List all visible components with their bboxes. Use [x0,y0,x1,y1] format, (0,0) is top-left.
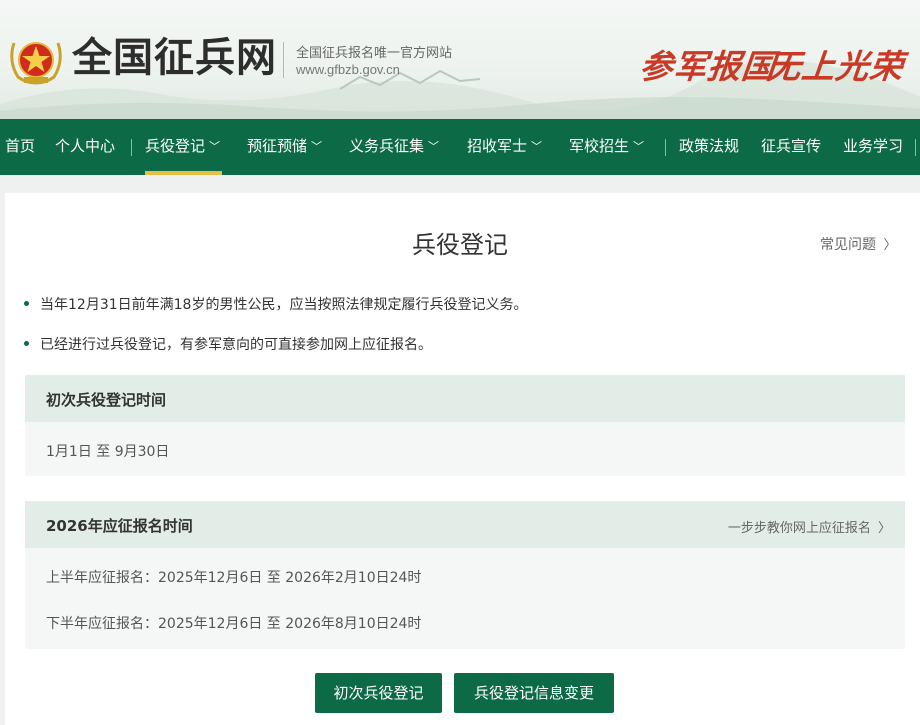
nav-item-personal-center[interactable]: 个人中心 [55,119,115,175]
nav-item-label: 业务学习 [843,137,904,155]
nav-item-label: 首页 [5,137,36,155]
nav-item-label: 义务兵征集 [349,137,425,155]
card-row-second-half: 下半年应征报名：2025年12月6日 至 2026年8月10日24时 [46,616,422,632]
chevron-down-icon: ﹀ [428,140,440,153]
card-title: 2026年应征报名时间 [46,517,193,535]
list-item: 已经进行过兵役登记，有参军意向的可直接参加网上应征报名。 [24,334,432,354]
chevron-right-icon: 〉 [877,521,891,536]
card-title: 初次兵役登记时间 [46,391,167,409]
title-divider [283,42,284,78]
chevron-down-icon: ﹀ [531,140,543,153]
nav-item-publicity[interactable]: 征兵宣传 [761,119,821,175]
guide-link[interactable]: 一步步教你网上应征报名 〉 [728,517,891,536]
nav-item-label: 兵役登记 [145,137,206,155]
nav-item-nco-recruitment[interactable]: 招收军士 ﹀ [467,119,542,175]
registration-change-button[interactable]: 兵役登记信息变更 [454,673,614,713]
nav-item-pre-enlistment[interactable]: 预征预储 ﹀ [247,119,322,175]
bullet-dot [24,340,29,346]
nav-divider [915,139,916,156]
first-registration-card: 初次兵役登记时间 1月1日 至 9月30日 [25,375,905,476]
bullet-dot [24,300,29,306]
nav-item-label: 政策法规 [679,137,740,155]
nav-item-home[interactable]: 首页 [5,119,35,175]
faq-link[interactable]: 常见问题 〉 [820,234,896,254]
site-header: 全国征兵网 全国征兵报名唯一官方网站 www.gfbzb.gov.cn 参军报国… [0,0,920,119]
nav-item-label: 军校招生 [569,137,630,155]
slogan-2: 无上光荣 [765,47,906,86]
nav-item-label: 预征预储 [247,137,308,155]
list-item: 当年12月31日前年满18岁的男性公民，应当按照法律规定履行兵役登记义务。 [24,294,527,314]
nav-divider [665,139,666,156]
nav-item-label: 招收军士 [467,137,528,155]
first-registration-button[interactable]: 初次兵役登记 [315,673,442,713]
nav-item-label: 个人中心 [55,137,116,155]
page-title: 兵役登记 [412,231,508,259]
nav-item-conscription[interactable]: 义务兵征集 ﹀ [349,119,439,175]
nav-item-label: 征兵宣传 [761,137,822,155]
guide-link-label: 一步步教你网上应征报名 [727,521,871,536]
chevron-right-icon: 〉 [883,238,897,253]
faq-link-label: 常见问题 [820,237,876,253]
army-emblem-icon[interactable] [6,33,66,85]
nav-item-military-academy[interactable]: 军校招生 ﹀ [569,119,644,175]
site-title[interactable]: 全国征兵网 [72,32,277,84]
bullet-text: 当年12月31日前年满18岁的男性公民，应当按照法律规定履行兵役登记义务。 [40,297,528,313]
card-header: 初次兵役登记时间 [25,375,905,422]
chevron-down-icon: ﹀ [209,140,221,153]
chevron-down-icon: ﹀ [311,140,323,153]
site-subtitle: 全国征兵报名唯一官方网站 [296,46,453,61]
nav-divider [131,139,132,156]
card-value: 1月1日 至 9月30日 [46,444,170,460]
chevron-down-icon: ﹀ [633,140,645,153]
nav-item-learning[interactable]: 业务学习 [843,119,903,175]
card-row-first-half: 上半年应征报名：2025年12月6日 至 2026年2月10日24时 [46,570,422,586]
card-header: 2026年应征报名时间 一步步教你网上应征报名 〉 [25,501,905,548]
nav-item-military-registration[interactable]: 兵役登记 ﹀ [145,119,223,175]
main-nav: 首页 个人中心 兵役登记 ﹀ 预征预储 ﹀ 义务兵征集 ﹀ 招收军士 ﹀ 军校招生 ﹀ 政… [0,119,920,175]
slogan-1: 参军报国 [637,47,778,86]
bullet-text: 已经进行过兵役登记，有参军意向的可直接参加网上应征报名。 [40,337,432,353]
site-domain: www.gfbzb.gov.cn [296,62,400,77]
enlistment-time-card: 2026年应征报名时间 一步步教你网上应征报名 〉 上半年应征报名：2025年1… [25,501,905,649]
nav-item-policy[interactable]: 政策法规 [679,119,739,175]
